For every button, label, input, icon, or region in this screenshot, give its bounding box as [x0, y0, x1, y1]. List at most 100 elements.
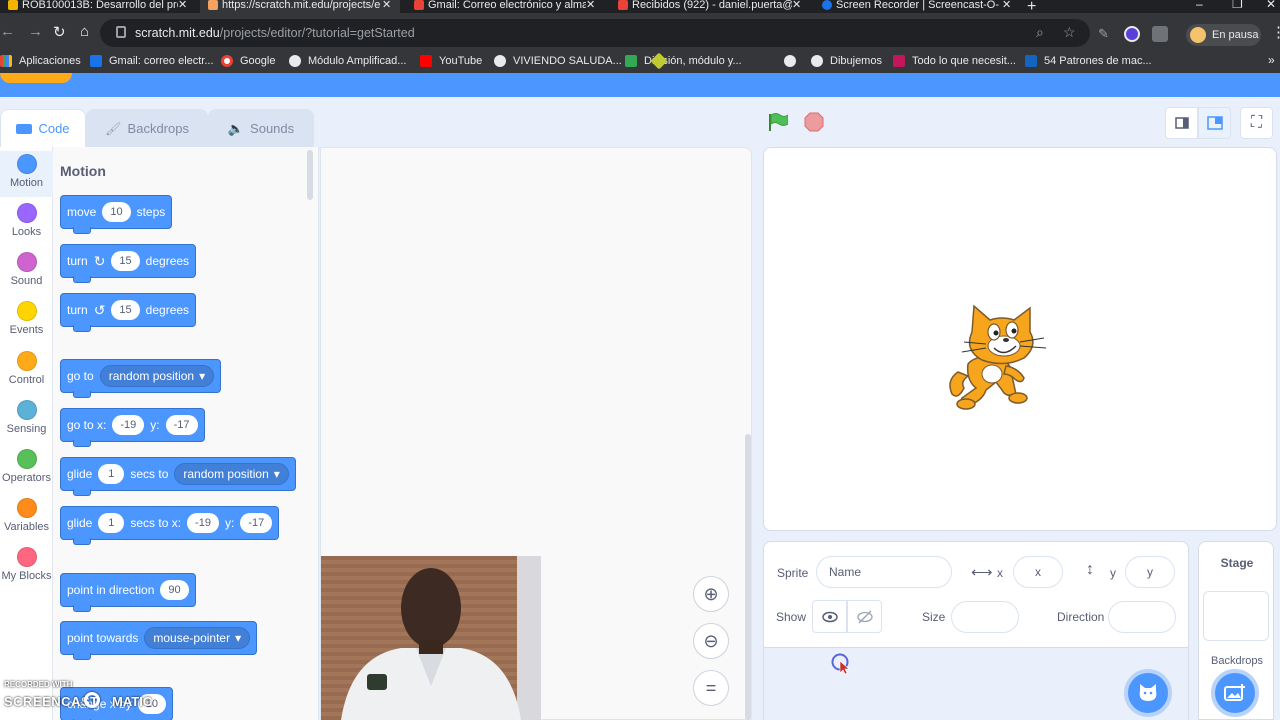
bookmark-star-icon[interactable]: ☆ — [1063, 24, 1076, 41]
stage-thumbnail[interactable] — [1203, 591, 1269, 641]
category-my-blocks[interactable]: My Blocks — [0, 547, 53, 582]
more-bookmarks-icon[interactable]: » — [1268, 53, 1275, 67]
stage-canvas[interactable] — [763, 147, 1277, 531]
zoom-icon[interactable]: ⌕ — [1036, 24, 1044, 41]
category-sound[interactable]: Sound — [0, 252, 53, 287]
category-looks[interactable]: Looks — [0, 203, 53, 238]
back-icon[interactable]: ← — [0, 23, 15, 40]
bookmark-item[interactable]: Dibujemos — [811, 55, 882, 67]
browser-tab-strip: ROB100013B: Desarrollo del proy ✕ https:… — [0, 0, 1280, 15]
category-sensing[interactable]: Sensing — [0, 400, 53, 435]
bookmark-item[interactable]: VIVIENDO SALUDA... — [494, 55, 622, 67]
bookmark-item[interactable]: Google — [221, 55, 275, 67]
extension-icon[interactable] — [1152, 26, 1168, 42]
palette-title: Motion — [60, 163, 106, 179]
secs-input[interactable]: 1 — [98, 464, 125, 484]
pen-extension-icon[interactable]: ✎ — [1098, 26, 1114, 42]
cat-sprite[interactable] — [946, 302, 1052, 414]
fullscreen-button[interactable]: ⛶ — [1240, 107, 1273, 139]
go-to-block[interactable]: go to random position ▾ — [60, 359, 222, 398]
profile-button[interactable]: En pausa — [1186, 24, 1261, 46]
y-input[interactable]: -17 — [165, 415, 198, 435]
y-position-input[interactable]: y — [1125, 556, 1175, 588]
show-sprite-button[interactable] — [812, 600, 847, 633]
bookmark-item[interactable]: División, módulo y... — [625, 55, 742, 67]
x-input[interactable]: -19 — [112, 415, 145, 435]
browser-tab-active[interactable]: https://scratch.mit.edu/projects/e ✕ — [200, 0, 400, 13]
menu-icon[interactable]: ⋮ — [1271, 23, 1280, 41]
normal-stage-button[interactable] — [1198, 107, 1231, 139]
close-window-icon[interactable]: ✕ — [1266, 0, 1276, 11]
category-variables[interactable]: Variables — [0, 498, 53, 533]
reset-zoom-button[interactable]: = — [693, 670, 729, 706]
tab-backdrops[interactable]: 🖌 Backdrops — [86, 109, 208, 147]
scratch-logo[interactable] — [0, 73, 72, 83]
move-steps-block[interactable]: move 10 steps — [60, 195, 173, 234]
close-tab-icon[interactable]: ✕ — [586, 0, 596, 11]
bookmark-item[interactable]: Todo lo que necesit... — [893, 55, 1016, 67]
hide-sprite-button[interactable] — [847, 600, 882, 633]
point-towards-dropdown[interactable]: mouse-pointer ▾ — [144, 627, 251, 649]
degrees-input[interactable]: 15 — [111, 300, 140, 320]
zoom-out-button[interactable]: ⊖ — [693, 623, 729, 659]
degrees-input[interactable]: 15 — [111, 251, 140, 271]
category-motion[interactable]: Motion — [0, 151, 53, 197]
close-tab-icon[interactable]: ✕ — [1002, 0, 1012, 11]
turn-left-block[interactable]: turn ↺ 15 degrees — [60, 293, 197, 332]
browser-tab[interactable]: Screen Recorder | Screencast-O- ✕ — [814, 0, 1020, 13]
browser-tab[interactable]: Recibidos (922) - daniel.puerta@ ✕ — [610, 0, 810, 13]
bookmark-item[interactable]: Gmail: correo electr... — [90, 55, 214, 67]
close-tab-icon[interactable]: ✕ — [382, 0, 392, 11]
bookmark-item[interactable]: 54 Patrones de mac... — [1025, 55, 1152, 67]
glide-to-block[interactable]: glide 1 secs to random position ▾ — [60, 457, 296, 496]
x-position-input[interactable]: x — [1013, 556, 1063, 588]
category-events[interactable]: Events — [0, 301, 53, 336]
category-operators[interactable]: Operators — [0, 449, 53, 484]
secs-input[interactable]: 1 — [98, 513, 125, 533]
operators-category-icon — [16, 449, 37, 469]
palette-scrollbar[interactable] — [307, 150, 313, 200]
scratch-menu-bar — [0, 73, 1280, 97]
browser-tab[interactable]: ROB100013B: Desarrollo del proy ✕ — [0, 0, 196, 13]
home-icon[interactable]: ⌂ — [80, 23, 89, 40]
bookmark-apps[interactable]: Aplicaciones — [0, 55, 81, 67]
y-input[interactable]: -17 — [240, 513, 273, 533]
glide-target-dropdown[interactable]: random position ▾ — [174, 463, 289, 485]
screencast-watermark: RECORDED WITH SCREENCAST MATIC — [0, 675, 170, 720]
category-control[interactable]: Control — [0, 351, 53, 386]
bookmark-item[interactable] — [784, 55, 803, 67]
maximize-icon[interactable]: ❐ — [1232, 0, 1243, 11]
bookmark-item[interactable]: División, módulo y... — [650, 52, 672, 70]
choose-backdrop-button[interactable] — [1211, 669, 1259, 717]
zoom-in-button[interactable]: ⊕ — [693, 576, 729, 612]
go-to-target-dropdown[interactable]: random position ▾ — [99, 365, 215, 387]
x-input[interactable]: -19 — [187, 513, 219, 533]
green-flag-button[interactable] — [768, 112, 788, 132]
tab-sounds[interactable]: 🔈 Sounds — [208, 109, 314, 147]
direction-input[interactable]: 90 — [160, 580, 189, 600]
workspace-scrollbar[interactable] — [745, 434, 751, 720]
minimize-icon[interactable]: – — [1196, 0, 1203, 11]
go-to-xy-block[interactable]: go to x: -19 y: -17 — [60, 408, 205, 447]
url-input[interactable]: scratch.mit.edu/projects/editor/?tutoria… — [100, 19, 1090, 47]
reload-icon[interactable]: ↻ — [53, 23, 66, 41]
close-tab-icon[interactable]: ✕ — [178, 0, 188, 11]
sprite-name-input[interactable]: Name — [816, 556, 952, 588]
size-input[interactable] — [951, 601, 1019, 633]
choose-sprite-button[interactable] — [1124, 669, 1172, 717]
point-towards-block[interactable]: point towards mouse-pointer ▾ — [60, 621, 258, 660]
browser-tab[interactable]: Gmail: Correo electrónico y alma ✕ — [406, 0, 604, 13]
tab-code[interactable]: Code — [0, 109, 86, 147]
point-in-direction-block[interactable]: point in direction 90 — [60, 573, 196, 612]
small-stage-button[interactable] — [1165, 107, 1198, 139]
turn-right-block[interactable]: turn ↻ 15 degrees — [60, 244, 197, 283]
glide-xy-block[interactable]: glide 1 secs to x: -19 y: -17 — [60, 506, 280, 545]
forward-icon[interactable]: → — [28, 23, 43, 40]
direction-input[interactable] — [1108, 601, 1176, 633]
extension-icon[interactable] — [1124, 26, 1140, 42]
stop-button[interactable] — [804, 112, 824, 132]
bookmark-item[interactable]: Módulo Amplificad... — [289, 55, 406, 67]
bookmark-item[interactable]: YouTube — [420, 55, 482, 67]
steps-input[interactable]: 10 — [102, 202, 131, 222]
close-tab-icon[interactable]: ✕ — [792, 0, 802, 11]
